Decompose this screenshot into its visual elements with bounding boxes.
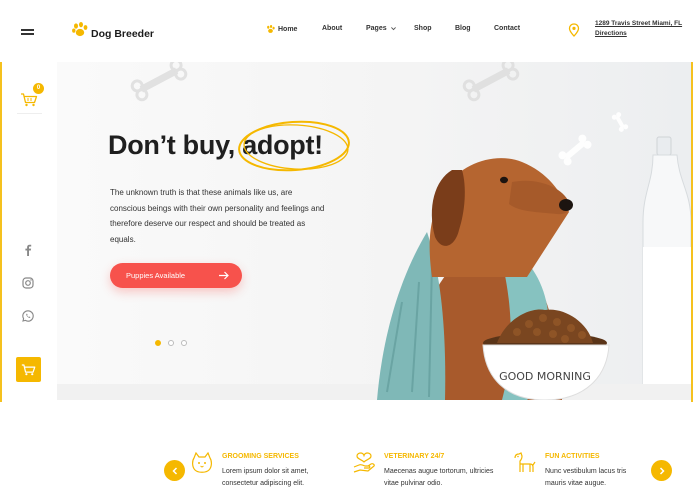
slider-dot[interactable]: [168, 340, 174, 346]
nav-label: Contact: [494, 25, 521, 32]
nav-item-blog[interactable]: Blog: [455, 25, 471, 32]
whatsapp-icon[interactable]: [21, 309, 35, 323]
slider-dot[interactable]: [181, 340, 187, 346]
scribble-circle: [238, 120, 350, 172]
next-button[interactable]: [651, 460, 672, 481]
paw-icon: [267, 25, 275, 33]
nav-label: Shop: [414, 25, 432, 32]
nav-item-shop[interactable]: Shop: [414, 25, 432, 32]
cart-icon: [21, 363, 36, 375]
prev-button[interactable]: [164, 460, 185, 481]
nav-item-home[interactable]: Home: [266, 25, 297, 34]
nav-label: Home: [278, 26, 298, 33]
hero-title-prefix: Don’t buy,: [108, 130, 243, 160]
nav-item-pages[interactable]: Pages: [366, 25, 397, 32]
address-link[interactable]: 1289 Travis Street Miami, FL Directions: [595, 19, 690, 39]
hand-heart-icon: [353, 452, 375, 473]
feature-text: Lorem ipsum dolor sit amet, consectetur …: [222, 468, 309, 487]
cart-icon[interactable]: [20, 93, 38, 107]
bone-icon: [462, 62, 520, 102]
chevron-left-icon: [171, 466, 177, 475]
divider: [17, 113, 42, 114]
brand-name: Dog Breeder: [91, 28, 155, 40]
cart-floating-button[interactable]: [16, 357, 41, 382]
paw-logo-icon: [72, 22, 88, 37]
address-text: 1289 Travis Street Miami, FL Directions: [595, 20, 683, 37]
nav-item-contact[interactable]: Contact: [494, 25, 520, 32]
table-surface: [57, 384, 691, 400]
button-label: Puppies Available: [126, 271, 186, 280]
nav-label: Pages: [366, 25, 387, 32]
nav-label: Blog: [455, 25, 471, 32]
instagram-icon[interactable]: [21, 276, 35, 290]
puppies-available-button[interactable]: Puppies Available: [110, 263, 242, 288]
feature-title: GROOMING SERVICES: [222, 453, 299, 460]
feature-title: VETERINARY 24/7: [384, 453, 445, 460]
chevron-down-icon: [390, 27, 396, 31]
nav-label: About: [322, 25, 343, 32]
slider-dot[interactable]: [155, 340, 161, 346]
bone-icon: [130, 62, 188, 102]
slider-dots: [155, 340, 194, 346]
chevron-right-icon: [659, 466, 665, 475]
cart-count-badge: 0: [33, 83, 44, 94]
feature-text: Nunc vestibulum lacus tris mauris vitae …: [545, 468, 627, 487]
bowl-text: GOOD MORNING: [499, 370, 591, 383]
feature-title: FUN ACTIVITIES: [545, 453, 600, 460]
logo[interactable]: Dog Breeder: [72, 20, 154, 40]
menu-icon[interactable]: [21, 29, 34, 37]
arrow-right-icon: [219, 271, 229, 280]
site-header: Dog Breeder Home About Pages Shop Blog C…: [0, 0, 693, 62]
nav-item-about[interactable]: About: [322, 25, 342, 32]
facebook-icon[interactable]: [21, 243, 35, 257]
bone-icon: [558, 112, 629, 166]
location-pin-icon: [568, 23, 580, 37]
cat-icon: [192, 452, 212, 473]
dog-icon: [514, 452, 536, 472]
milk-bottle: [642, 136, 691, 400]
hero-description: The unknown truth is that these animals …: [110, 188, 325, 244]
feature-text: Maecenas augue tortorum, ultricies vitae…: [384, 468, 494, 487]
